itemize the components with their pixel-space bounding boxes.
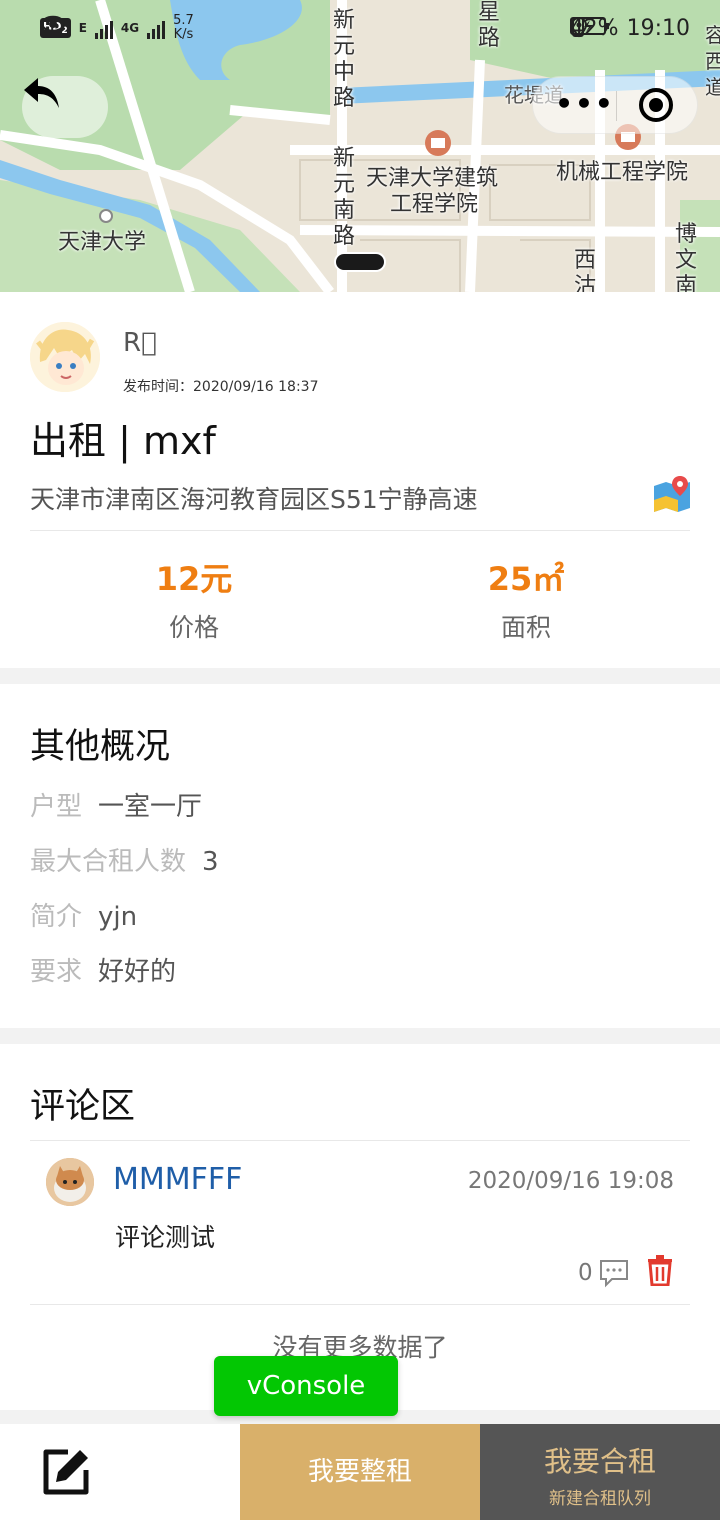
- overview-card: 其他概况 户型 一室一厅 最大合租人数 3 简介 yjn 要求 好好的: [0, 684, 720, 1028]
- post-card: R  发布时间：2020/09/16 18:37 出租 | mxf 天津市津南区…: [0, 292, 720, 668]
- share-rent-label: 我要合租: [543, 1445, 656, 1478]
- signal-strength-icon: [94, 17, 113, 39]
- price-value: 12元: [155, 560, 233, 598]
- reply-count: 0: [578, 1260, 593, 1286]
- status-bar-right: 42% 19:10: [569, 16, 690, 41]
- price-stat: 12元 价格: [94, 554, 294, 644]
- whole-rent-button[interactable]: 我要整租: [240, 1424, 480, 1520]
- overview-key: 要求: [30, 957, 83, 987]
- overview-row-layout: 户型 一室一厅: [30, 786, 202, 823]
- status-bar: HD2 E 4G 5.7K/s 42% 19:10: [0, 0, 720, 62]
- map-label-xinyuan-nan-road: 新 元 南 路: [331, 146, 357, 250]
- map-label-tianjin-university: 天津大学: [58, 230, 147, 255]
- overview-value: 一室一厅: [98, 792, 203, 822]
- reply-icon[interactable]: [598, 1258, 630, 1288]
- close-program-button[interactable]: [639, 88, 673, 122]
- delete-icon[interactable]: [646, 1254, 674, 1286]
- map-label-char: 博: [674, 222, 697, 247]
- comment-text: 评论测试: [115, 1223, 216, 1252]
- clock: 19:10: [626, 16, 690, 41]
- map-label-char: 路: [332, 224, 355, 249]
- back-button[interactable]: [22, 76, 108, 138]
- map-label-char: 新: [332, 146, 355, 171]
- poster-username: R : [123, 328, 157, 358]
- commenter-name[interactable]: MMMFFF: [113, 1162, 242, 1197]
- network-speed-value: 5.7: [173, 13, 194, 28]
- edit-icon: [43, 1449, 89, 1495]
- area-stat: 25㎡ 面积: [426, 554, 626, 644]
- network-speed: 5.7 K/s: [173, 14, 194, 42]
- map-label-architecture-school: 天津大学建筑: [366, 166, 499, 191]
- share-rent-sublabel: 新建合租队列: [549, 1489, 651, 1509]
- status-bar-left: HD2 E 4G 5.7K/s: [40, 14, 194, 42]
- overview-title: 其他概况: [30, 727, 171, 767]
- drag-handle[interactable]: [334, 252, 386, 272]
- map-view[interactable]: 天津大学 天津大学建筑 工程学院 机械工程学院 花堤道 新 元 中 路 新 元 …: [0, 0, 720, 292]
- overview-value: 3: [202, 847, 219, 877]
- vconsole-button[interactable]: vConsole: [214, 1356, 398, 1416]
- map-label-char: 西: [573, 248, 596, 273]
- map-label-char: 南: [674, 274, 697, 292]
- network-type-e: E: [78, 21, 87, 35]
- network-speed-unit: K/s: [173, 27, 194, 42]
- overview-key: 简介: [30, 902, 83, 932]
- overview-value: yjn: [98, 902, 138, 932]
- map-label-char: 南: [332, 198, 355, 223]
- divider: [30, 530, 690, 531]
- avatar[interactable]: [30, 322, 100, 392]
- map-label-char: 中: [332, 60, 355, 85]
- post-title: 出租 | mxf: [30, 419, 216, 463]
- map-label-char: 路: [332, 86, 355, 111]
- map-label-char: 道: [705, 75, 720, 99]
- divider: [30, 1140, 690, 1141]
- map-label-mechanical-school: 机械工程学院: [556, 160, 689, 185]
- area-value: 25㎡: [487, 560, 565, 598]
- bottom-action-bar: 我要整租 我要合租 新建合租队列: [0, 1424, 720, 1520]
- comments-title: 评论区: [30, 1087, 136, 1127]
- edit-button[interactable]: [0, 1424, 240, 1520]
- cat-avatar-image: [46, 1158, 94, 1206]
- overview-key: 户型: [30, 792, 83, 822]
- mini-program-capsule: •••: [532, 76, 698, 134]
- map-label-char: 元: [332, 172, 355, 197]
- overview-value: 好好的: [98, 957, 177, 987]
- signal-strength-icon-2: [147, 17, 166, 39]
- map-label-bowen-nan: 博 文 南: [673, 222, 699, 292]
- more-menu-button[interactable]: •••: [555, 90, 615, 121]
- battery-icon: [569, 17, 609, 35]
- post-address: 天津市津南区海河教育园区S51宁静高速: [30, 485, 478, 514]
- map-label-char: 文: [674, 248, 697, 273]
- publish-time: 发布时间：2020/09/16 18:37: [123, 379, 319, 395]
- map-location-icon[interactable]: [652, 474, 692, 514]
- overview-key: 最大合租人数: [30, 847, 187, 877]
- overview-row-max-tenants: 最大合租人数 3: [30, 841, 219, 878]
- back-arrow-icon: [24, 78, 59, 108]
- area-label: 面积: [500, 613, 551, 642]
- map-label-char: 沽: [573, 274, 596, 292]
- overview-row-requirements: 要求 好好的: [30, 951, 176, 988]
- network-type-4g: 4G: [120, 21, 140, 35]
- comment-time: 2020/09/16 19:08: [467, 1168, 674, 1194]
- map-label-xigu: 西 沽: [572, 248, 598, 292]
- price-label: 价格: [168, 613, 219, 642]
- commenter-avatar[interactable]: [46, 1158, 94, 1206]
- share-rent-button[interactable]: 我要合租 新建合租队列: [480, 1424, 720, 1520]
- map-label-architecture-school-line2: 工程学院: [390, 192, 479, 217]
- eye-icon: [40, 15, 66, 33]
- anime-avatar-image: [30, 322, 100, 392]
- overview-row-intro: 简介 yjn: [30, 896, 137, 933]
- capsule-divider: [616, 91, 617, 121]
- divider: [30, 1304, 690, 1305]
